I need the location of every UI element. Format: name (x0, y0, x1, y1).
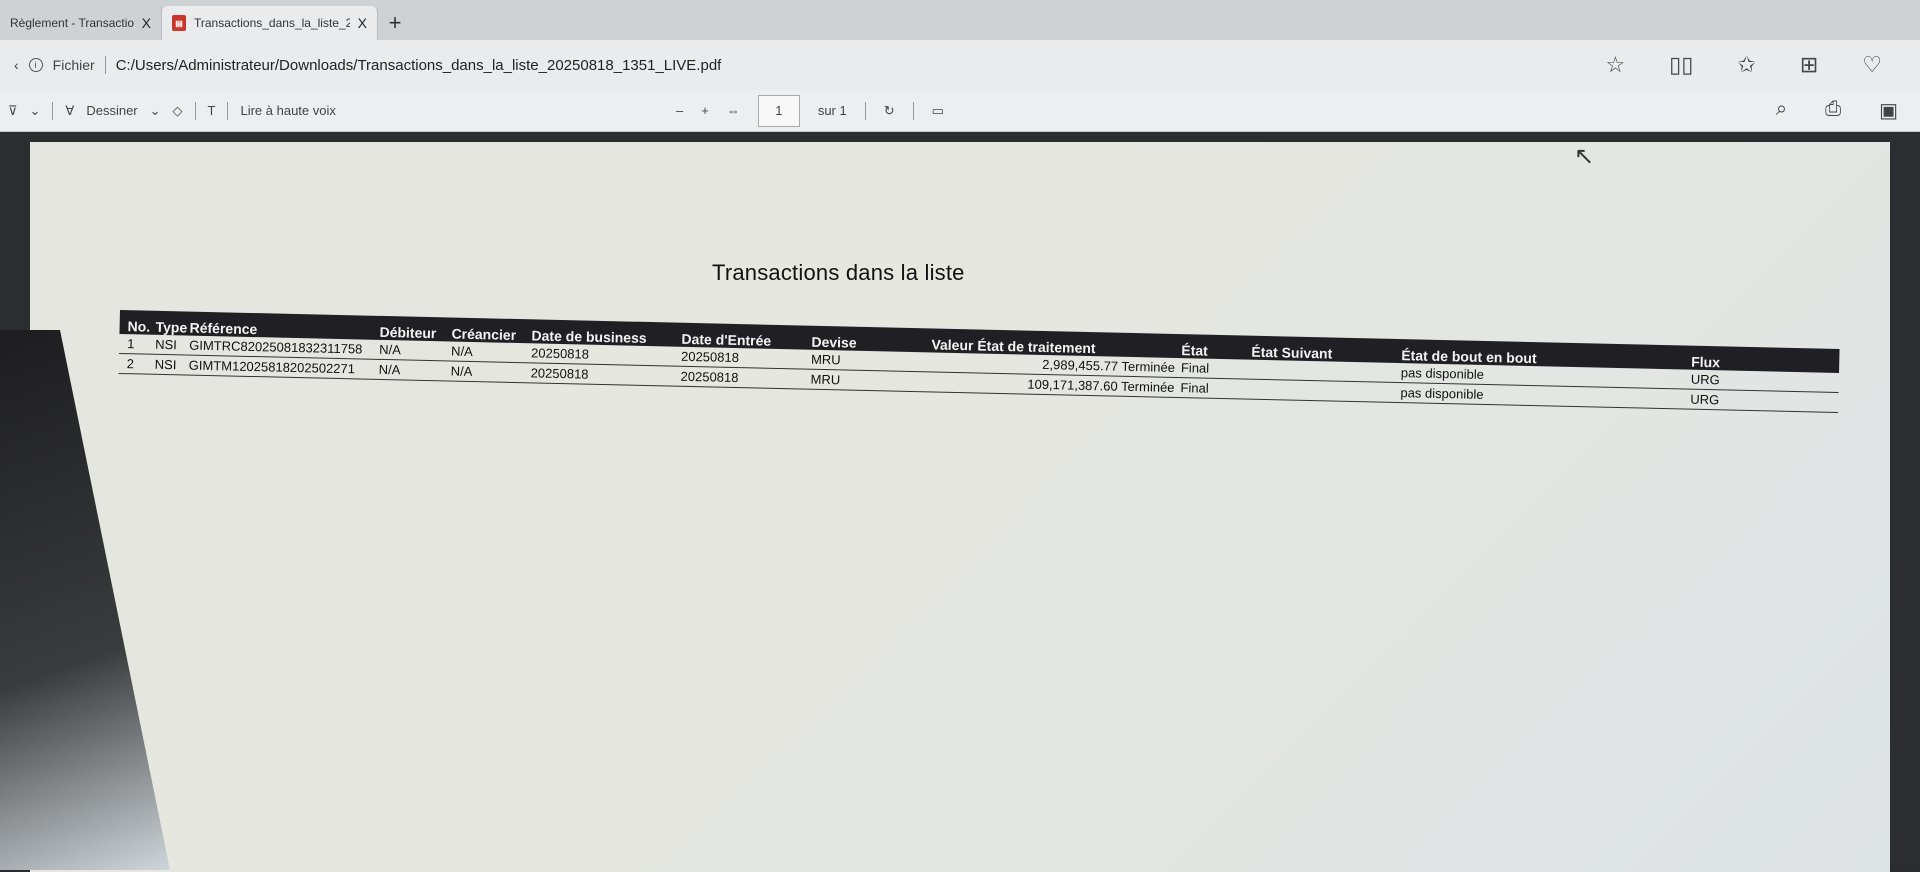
column-header: Date d'Entrée (681, 330, 772, 349)
cell-reference: GIMTM12025818202502271 (188, 357, 356, 377)
column-header: No. (127, 318, 151, 335)
search-icon[interactable]: ⌕ (1776, 98, 1787, 123)
close-icon[interactable]: X (358, 15, 367, 31)
cell-type: NSI (155, 336, 178, 353)
cell-etat: Final (1180, 360, 1210, 376)
tab-title: Règlement - Transaction - Lister (10, 16, 134, 30)
favorites-icon[interactable]: ✩ (1737, 52, 1755, 78)
cell-type: NSI (154, 356, 177, 373)
draw-icon[interactable]: ∀ (65, 103, 74, 119)
rotate-icon[interactable]: ↻ (884, 103, 895, 119)
read-aloud-button[interactable]: Lire à haute voix (240, 103, 335, 118)
column-header: Date de business (531, 327, 647, 346)
security-label: Fichier (52, 57, 95, 73)
url-field[interactable]: C:/Users/Administrateur/Downloads/Transa… (116, 57, 722, 74)
collections-icon[interactable]: ⊞ (1800, 52, 1818, 78)
cell-etat: Final (1180, 380, 1209, 396)
cell-bout-en-bout: pas disponible (1400, 385, 1484, 402)
cell-etat-suivant (1250, 389, 1400, 392)
close-icon[interactable]: X (142, 15, 151, 31)
divider (194, 101, 196, 120)
new-tab-button[interactable]: + (378, 6, 412, 40)
document-title: Transactions dans la liste (712, 260, 965, 285)
zoom-out-button[interactable]: – (676, 103, 683, 118)
eraser-icon[interactable]: ◇ (173, 103, 183, 119)
column-header: État Suivant (1251, 343, 1333, 362)
print-icon[interactable]: ⎙ (1825, 98, 1841, 123)
tab-reglement[interactable]: Règlement - Transaction - Lister X (0, 6, 162, 40)
cell-valeur-etat: 2,989,455.77 Terminée (1042, 356, 1176, 375)
cell-date-entree: 20250818 (680, 348, 740, 366)
divider (104, 56, 106, 74)
divider (864, 101, 866, 120)
save-icon[interactable]: ▣ (1879, 98, 1898, 123)
page-view-icon[interactable]: ▭ (932, 103, 944, 119)
divider (227, 101, 229, 120)
column-header: Devise (811, 333, 857, 351)
back-icon[interactable]: ‹ (14, 57, 19, 73)
highlight-icon[interactable]: ⊽ (8, 103, 18, 119)
cell-creancier: N/A (450, 343, 473, 360)
zoom-in-button[interactable]: + (701, 103, 709, 118)
cell-valeur-etat: 109,171,387.60 Terminée (1027, 376, 1175, 395)
mouse-cursor-icon: ↖ (1574, 143, 1595, 170)
cell-flux: URG (1690, 371, 1720, 388)
cell-no: 2 (126, 356, 135, 372)
tab-title: Transactions_dans_la_liste_2025( (194, 16, 350, 30)
column-header: Créancier (451, 325, 517, 343)
pdf-toolbar: ⊽ ⌄ ∀ Dessiner ⌄ ◇ T Lire à haute voix –… (0, 90, 1920, 132)
favorite-star-icon[interactable]: ☆ (1605, 52, 1625, 78)
fit-page-icon[interactable]: ⇔ (727, 103, 740, 118)
draw-button[interactable]: Dessiner (86, 103, 137, 118)
cell-flux: URG (1690, 391, 1720, 408)
split-screen-icon[interactable]: ▯▯ (1669, 52, 1693, 78)
browser-essentials-icon[interactable]: ♡ (1862, 52, 1882, 78)
page-number-input[interactable]: 1 (757, 94, 800, 127)
tab-bar: Règlement - Transaction - Lister X ▤ Tra… (0, 0, 1920, 40)
cell-devise: MRU (810, 351, 841, 368)
tab-transactions-pdf[interactable]: ▤ Transactions_dans_la_liste_2025( X (162, 6, 378, 40)
info-icon[interactable]: i (28, 58, 43, 72)
divider (52, 101, 54, 120)
pdf-page (30, 142, 1890, 872)
column-header: Type (155, 318, 188, 336)
text-icon[interactable]: T (208, 103, 216, 118)
column-header: Débiteur (379, 323, 437, 342)
cell-date-business: 20250818 (530, 345, 590, 362)
cell-creancier: N/A (450, 363, 473, 380)
cell-no: 1 (127, 336, 135, 352)
cell-debiteur: N/A (378, 361, 401, 378)
pdf-icon: ▤ (172, 15, 186, 31)
address-bar: ‹ i Fichier C:/Users/Administrateur/Down… (0, 40, 1920, 90)
cell-etat-suivant (1251, 369, 1401, 372)
cell-devise: MRU (810, 371, 841, 388)
chevron-down-icon[interactable]: ⌄ (150, 103, 161, 119)
pdf-viewer[interactable] (0, 132, 1920, 872)
chevron-down-icon[interactable]: ⌄ (30, 103, 41, 119)
column-header: État (1181, 342, 1208, 359)
screen: Règlement - Transaction - Lister X ▤ Tra… (0, 0, 1920, 872)
divider (912, 101, 914, 120)
cell-debiteur: N/A (379, 341, 402, 358)
column-header: Flux (1691, 353, 1721, 371)
cell-reference: GIMTRC82025081832311758 (189, 337, 363, 357)
page-total: sur 1 (817, 103, 847, 118)
cell-date-business: 20250818 (530, 365, 589, 382)
cell-date-entree: 20250818 (680, 368, 739, 386)
